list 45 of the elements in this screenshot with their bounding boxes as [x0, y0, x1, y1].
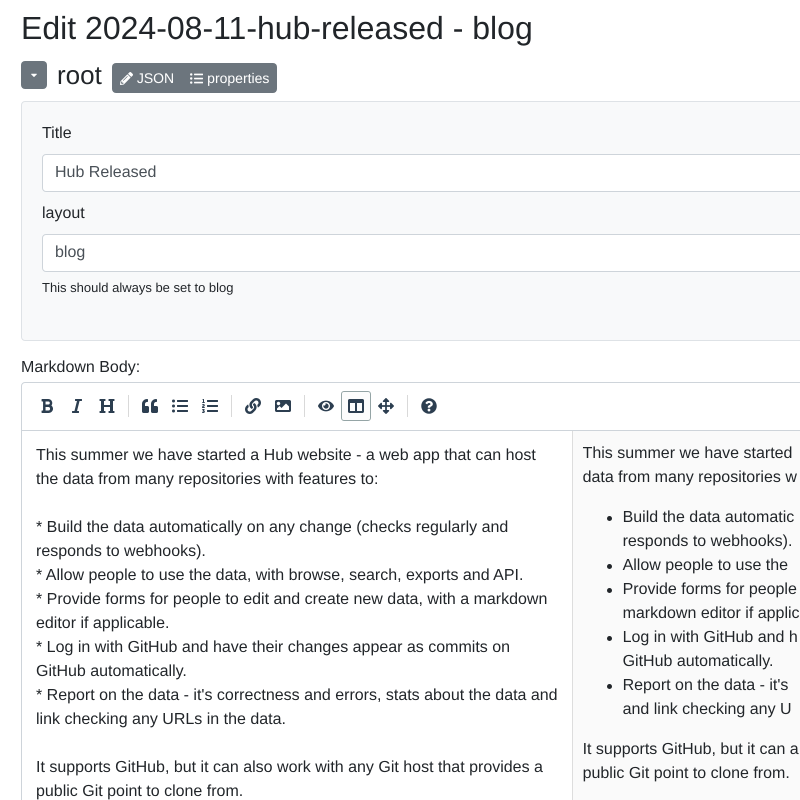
preview-list-text: responds to webhooks).: [622, 532, 792, 552]
bold-icon: [39, 398, 55, 414]
preview-text: public Git point to clone from.: [582, 764, 790, 784]
heading-icon: [99, 398, 115, 414]
bullet-icon: [606, 588, 612, 592]
columns-icon: [348, 398, 364, 414]
preview-list-text: Build the data automatic: [622, 508, 794, 528]
properties-button[interactable]: properties: [182, 63, 278, 93]
preview-list-text: Report on the data - it's: [622, 676, 788, 696]
link-icon: [245, 398, 261, 414]
dropdown-button[interactable]: [21, 61, 47, 89]
field-label: Title: [42, 124, 73, 144]
markdown-label: Markdown Body:: [21, 358, 140, 378]
move-arrows-icon: [378, 398, 394, 414]
toolbar-button[interactable]: [341, 391, 371, 421]
text-field[interactable]: Hub Released: [42, 154, 800, 192]
preview-text: data from many repositories w: [582, 468, 797, 488]
preview-list-text: markdown editor if applic: [622, 604, 800, 624]
preview-list-text: and link checking any U: [622, 700, 792, 720]
pencil-icon: [120, 72, 133, 84]
list-icon: [190, 72, 204, 84]
preview-list-text: Log in with GitHub and h: [622, 628, 798, 648]
preview-list-text: Allow people to use the: [622, 556, 788, 576]
bullet-icon: [606, 636, 612, 640]
preview-text: This summer we have started: [582, 444, 792, 464]
italic-icon: [69, 398, 85, 414]
preview-list-text: GitHub automatically.: [622, 652, 774, 672]
json-button[interactable]: JSON: [112, 63, 182, 93]
bulleted-list-icon: [172, 398, 188, 414]
root-label: root: [57, 60, 102, 90]
eye-icon: [318, 398, 334, 414]
text-field[interactable]: blog: [42, 234, 800, 272]
preview-text: It supports GitHub, but it can a: [582, 740, 799, 760]
help-icon: [421, 398, 437, 414]
quote-icon: [142, 398, 158, 414]
field-label: layout: [42, 204, 86, 224]
bullet-icon: [606, 516, 612, 520]
page-title: Edit 2024-08-11-hub-released - blog: [21, 9, 533, 47]
bullet-icon: [606, 564, 612, 568]
help-text: This should always be set to blog: [42, 279, 234, 297]
image-icon: [275, 398, 291, 414]
preview-list-text: Provide forms for people: [622, 580, 797, 600]
bullet-icon: [606, 684, 612, 688]
editor-text: This summer we have started a Hub website - a web app that can host the data from many repositories with features to: * Build the data automatically on any change (checks regularly and responds to webhooks). * Allow people to use the data, with browse, search, exports and API. * Provide forms for people to edit and create new data, with a markdown editor if applicable. * Log in with GitHub and have their changes appear as commits on GitHub automatically. * Report on the data - it's correctness and errors, stats about the data and link checking any URLs in the data. It supports GitHub, but it can also work with any Git host that provides a public Git point to clone from.: [36, 446, 558, 800]
numbered-list-icon: [202, 398, 218, 414]
